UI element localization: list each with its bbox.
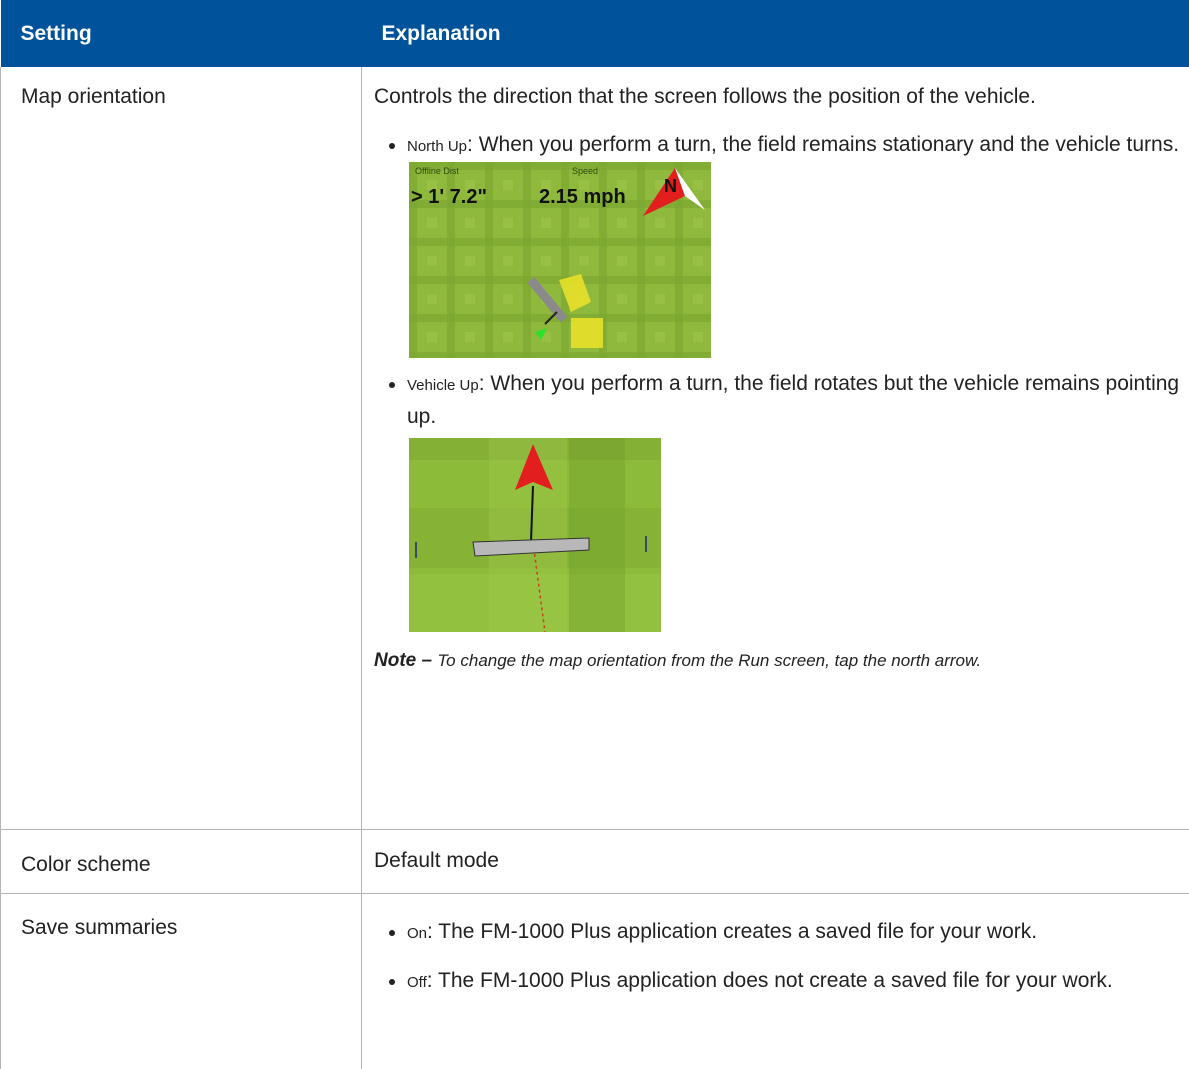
header-explanation: Explanation	[361, 0, 1189, 67]
table-row: Color scheme Default mode	[0, 829, 1189, 894]
option-name: On	[407, 924, 428, 942]
option-text: : When you perform a turn, the field rot…	[407, 372, 1180, 428]
explanation-text: Default mode	[361, 829, 1189, 894]
table-row: Save summaries On: The FM-1000 Plus appl…	[0, 893, 1189, 1069]
setting-name: Save summaries	[0, 893, 362, 1069]
header-setting: Setting	[0, 0, 362, 67]
option-name: Vehicle Up	[407, 377, 479, 394]
speed-label: Speed	[572, 166, 598, 176]
offline-dist-label: Offline Dist	[415, 166, 459, 176]
speed-value: 2.15 mph	[539, 186, 626, 208]
north-up-screenshot: Offline Dist > 1' 7.2" Speed 2.15 mph N	[409, 162, 711, 358]
vehicle-up-screenshot	[409, 438, 661, 632]
option-name: Off	[407, 973, 427, 991]
option-name: North Up	[407, 138, 468, 155]
list-item: Off: The FM-1000 Plus application does n…	[374, 965, 1181, 998]
option-text: : The FM-1000 Plus application creates a…	[427, 919, 1038, 943]
note-dash: –	[416, 650, 438, 671]
svg-text:N: N	[664, 176, 677, 196]
note-text: To change the map orientation from the R…	[437, 651, 982, 670]
note-label: Note	[374, 650, 417, 671]
option-text: : The FM-1000 Plus application does not …	[426, 968, 1113, 992]
settings-table: Setting Explanation Map orientation Cont…	[0, 0, 1189, 1069]
setting-name: Map orientation	[0, 67, 362, 830]
setting-name: Color scheme	[0, 829, 362, 894]
table-header-row: Setting Explanation	[0, 0, 1189, 67]
list-item: Vehicle Up: When you perform a turn, the…	[374, 368, 1181, 432]
note: Note – To change the map orientation fro…	[374, 646, 1181, 675]
list-item: North Up: When you perform a turn, the f…	[374, 129, 1181, 162]
explanation-intro: Controls the direction that the screen f…	[374, 85, 1036, 108]
explanation-cell: Controls the direction that the screen f…	[361, 67, 1189, 830]
offline-dist-value: > 1' 7.2"	[411, 186, 487, 208]
explanation-cell: On: The FM-1000 Plus application creates…	[362, 893, 1189, 1069]
option-text: : When you perform a turn, the field rem…	[467, 133, 1180, 156]
table-row: Map orientation Controls the direction t…	[0, 67, 1189, 830]
list-item: On: The FM-1000 Plus application creates…	[374, 916, 1181, 949]
